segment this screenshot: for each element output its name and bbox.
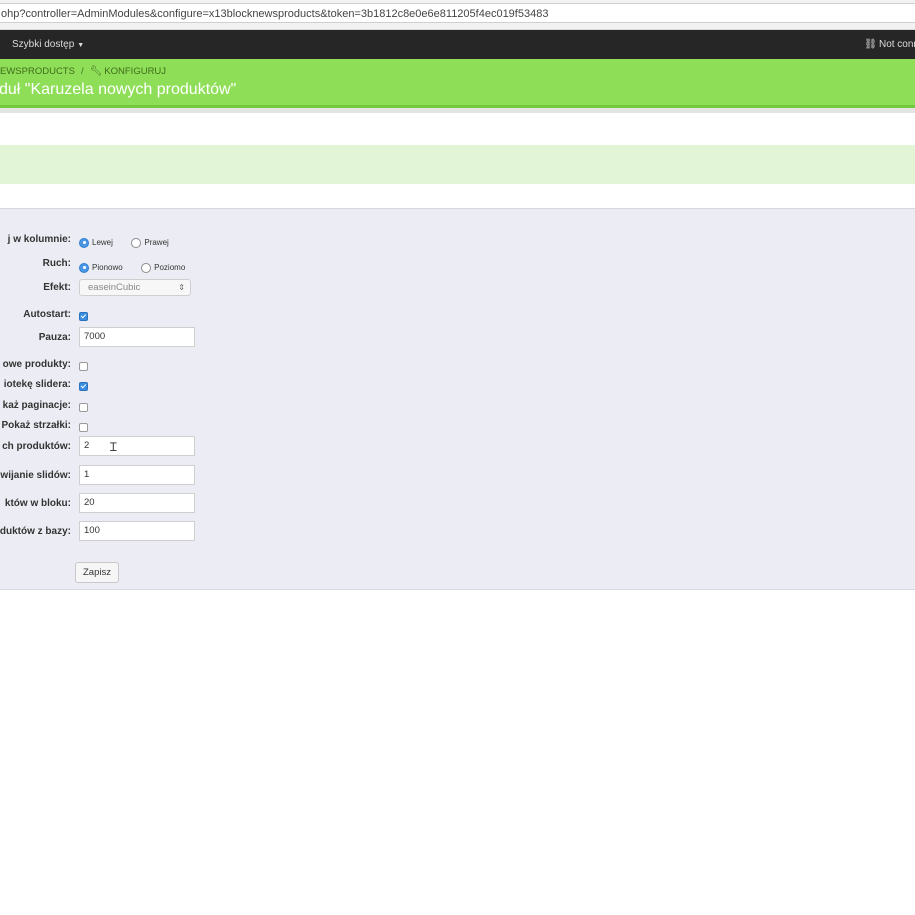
new-products-checkbox[interactable] — [79, 362, 88, 372]
autostart-row: Autostart: — [0, 306, 915, 326]
pause-input[interactable]: 7000 — [79, 327, 195, 347]
pause-row: Pauza: 7000 — [0, 327, 915, 347]
arrows-checkbox[interactable] — [79, 423, 88, 433]
effect-select-value: easeinCubic — [88, 282, 141, 293]
block-products-label: któw w bloku: — [4, 498, 71, 509]
column-options: Lewej Prawej — [79, 234, 183, 252]
slider-library-row: iotekę slidera: — [0, 376, 915, 396]
success-alert — [0, 145, 915, 184]
autostart-checkbox[interactable] — [79, 312, 88, 322]
breadcrumb-action[interactable]: KONFIGURUJ — [104, 66, 166, 77]
select-arrows-icon: ⇕ — [178, 283, 185, 292]
movement-horizontal-radio[interactable] — [141, 262, 152, 273]
arrows-label: Pokaż strzałki: — [1, 420, 71, 431]
scroll-slides-label: wijanie slidów: — [0, 470, 71, 481]
movement-vertical-label: Pionowo — [92, 263, 123, 273]
column-right-radio[interactable] — [131, 237, 142, 248]
breadcrumb: EWSPRODUCTS / 🔧︎ KONFIGURUJ — [0, 66, 166, 77]
admin-top-nav: Szybki dostęp ▼ ⛓ Not conn — [0, 30, 915, 59]
visible-products-row: ch produktów: 2 Ɪ — [0, 436, 915, 456]
movement-vertical-radio[interactable] — [79, 262, 89, 273]
quick-access-menu[interactable]: Szybki dostęp ▼ — [12, 30, 84, 60]
pagination-checkbox[interactable] — [79, 403, 88, 413]
db-products-row: duktów z bazy: 100 — [0, 521, 915, 541]
breadcrumb-separator: / — [80, 66, 84, 77]
db-products-input[interactable]: 100 — [79, 521, 195, 541]
block-products-row: któw w bloku: 20 — [0, 493, 915, 513]
config-form-panel: j w kolumnie: Lewej Prawej Ruch: Pionowo… — [0, 208, 915, 590]
movement-horizontal-label: Poziomo — [154, 263, 186, 273]
scroll-slides-row: wijanie slidów: 1 — [0, 465, 915, 485]
caret-down-icon: ▼ — [77, 42, 85, 49]
autostart-label: Autostart: — [23, 309, 71, 320]
column-right-label: Prawej — [144, 238, 169, 248]
scroll-slides-input[interactable]: 1 — [79, 465, 195, 485]
header-divider — [0, 108, 915, 113]
slider-library-checkbox[interactable] — [79, 382, 88, 392]
save-button[interactable]: Zapisz — [75, 562, 119, 583]
page-title: duł "Karuzela nowych produktów" — [0, 81, 237, 98]
db-products-label: duktów z bazy: — [0, 526, 71, 537]
arrows-row: Pokaż strzałki: — [0, 417, 915, 437]
breadcrumb-module[interactable]: EWSPRODUCTS — [0, 66, 75, 77]
pagination-label: każ paginacje: — [2, 400, 71, 411]
pause-label: Pauza: — [38, 332, 71, 343]
new-products-row: owe produkty: — [0, 356, 915, 376]
quick-access-label: Szybki dostęp — [12, 39, 75, 50]
url-field[interactable]: ohp?controller=AdminModules&configure=x1… — [0, 3, 915, 23]
new-products-label: owe produkty: — [2, 359, 71, 370]
effect-row: Efekt: easeinCubic ⇕ — [0, 279, 915, 299]
pagination-row: każ paginacje: — [0, 397, 915, 417]
block-products-input[interactable]: 20 — [79, 493, 195, 513]
disconnected-icon: ⛓ — [864, 39, 877, 50]
page-header: EWSPRODUCTS / 🔧︎ KONFIGURUJ duł "Karuzela n… — [0, 59, 915, 108]
column-left-radio[interactable] — [79, 237, 89, 248]
connection-status-label: Not conn — [878, 39, 915, 50]
effect-select[interactable]: easeinCubic ⇕ — [79, 279, 191, 296]
movement-row: Ruch: Pionowo Poziomo — [0, 255, 915, 275]
connection-status[interactable]: ⛓ Not conn — [864, 30, 915, 59]
movement-label: Ruch: — [42, 258, 71, 269]
visible-products-label: ch produktów: — [2, 441, 71, 452]
column-row: j w kolumnie: Lewej Prawej — [0, 230, 915, 250]
browser-address-bar: ohp?controller=AdminModules&configure=x1… — [0, 0, 915, 30]
column-label: j w kolumnie: — [7, 234, 71, 245]
movement-options: Pionowo Poziomo — [79, 259, 199, 277]
visible-products-input[interactable]: 2 — [79, 436, 195, 456]
effect-label: Efekt: — [43, 282, 71, 293]
column-left-label: Lewej — [92, 238, 113, 248]
slider-library-label: iotekę slidera: — [3, 379, 71, 390]
text-cursor-icon: Ɪ — [110, 440, 117, 454]
wrench-icon: 🔧︎ — [89, 66, 103, 77]
